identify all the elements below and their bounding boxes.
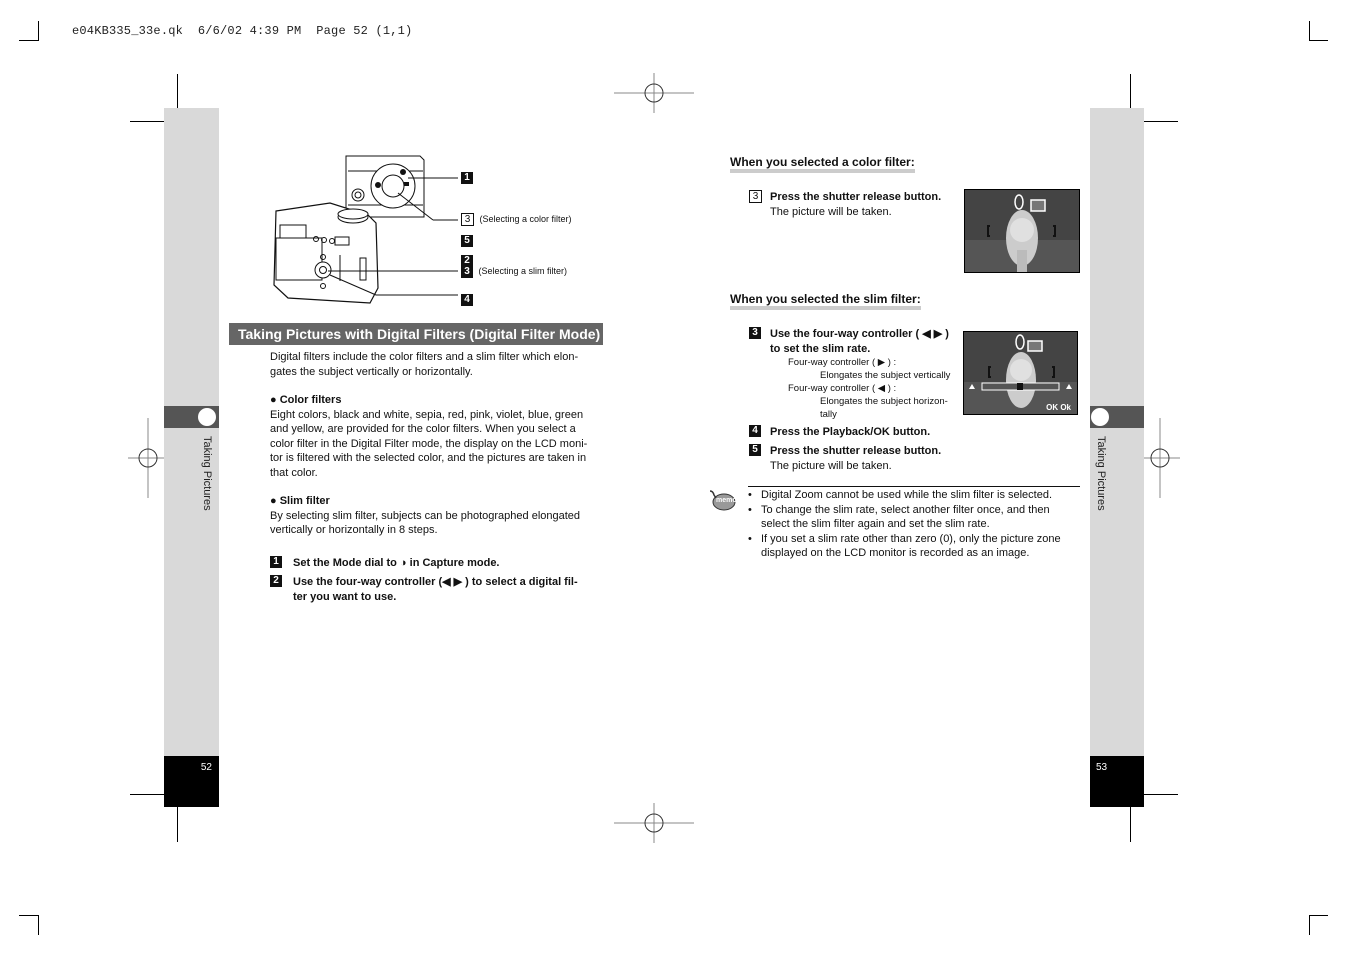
figure-callout-3-slim: 3 (Selecting a slim filter): [461, 266, 567, 278]
right-section-label: Taking Pictures: [1095, 436, 1107, 511]
left-side-strip: [164, 108, 219, 758]
slim-step-3: 3 Use the four-way controller ( ◀ ▶ ) to…: [749, 327, 964, 421]
right-page-number-box: 53: [1090, 756, 1144, 807]
right-tab-circle: [1090, 407, 1110, 427]
step-number-badge: 3: [749, 190, 762, 203]
color-filter-subheading: When you selected a color filter:: [730, 155, 915, 173]
step-2: 2 Use the four-way controller (◀ ▶ ) to …: [270, 575, 610, 604]
slim-filter-subheading: When you selected the slim filter:: [730, 292, 921, 310]
step-number-badge: 5: [749, 444, 761, 456]
memo-divider: [748, 486, 1080, 487]
figure-callout-4: 4: [461, 289, 473, 307]
slim-step-5: 5 Press the shutter release button. The …: [749, 444, 1049, 473]
lcd-ok-label: OK Ok: [1046, 403, 1071, 412]
camera-illustration: [273, 155, 458, 304]
registration-mark-top: [614, 73, 694, 113]
registration-mark-right: [1140, 418, 1180, 498]
section-heading: Taking Pictures with Digital Filters (Di…: [229, 323, 603, 345]
right-side-strip: [1090, 108, 1144, 758]
memo-icon: memo: [708, 489, 737, 511]
color-step-3: 3 Press the shutter release button. The …: [749, 190, 959, 219]
lcd-preview-color-filter: [964, 189, 1080, 273]
right-page-number: 53: [1096, 762, 1108, 773]
slim-step-4: 4 Press the Playback/OK button.: [749, 425, 1049, 440]
step-number-badge: 2: [270, 575, 282, 587]
left-section-label: Taking Pictures: [201, 436, 213, 511]
intro-paragraph: Digital filters include the color filter…: [270, 351, 579, 378]
registration-mark-bottom: [614, 803, 694, 843]
memo-item: If you set a slim rate other than zero (…: [748, 532, 1078, 561]
memo-list: Digital Zoom cannot be used while the sl…: [748, 488, 1078, 561]
figure-callout-3-color: 3 (Selecting a color filter): [461, 213, 572, 226]
step-number-badge: 3: [749, 327, 761, 339]
left-tab-circle: [197, 407, 217, 427]
memo-item: Digital Zoom cannot be used while the sl…: [748, 488, 1078, 503]
step-number-badge: 4: [749, 425, 761, 437]
left-page-number-box: 52: [164, 756, 219, 807]
lcd-preview-slim-filter: OK Ok: [963, 331, 1078, 415]
left-page-number: 52: [200, 762, 212, 773]
memo-item: To change the slim rate, select another …: [748, 503, 1078, 532]
slim-filter-title: ● Slim filter: [270, 495, 330, 507]
color-filters-section: ● Color filters Eight colors, black and …: [270, 393, 610, 480]
registration-mark-left: [128, 418, 168, 498]
figure-callout-5: 5: [461, 230, 473, 248]
step-1: 1 Set the Mode dial to ◑ in Capture mode…: [270, 556, 610, 571]
step-number-badge: 1: [270, 556, 282, 568]
figure-callout-1: 1: [461, 172, 473, 184]
slim-filter-section: ● Slim filter By selecting slim filter, …: [270, 494, 610, 538]
color-filters-title: ● Color filters: [270, 394, 342, 406]
file-slug-line: e04KB335_33e.qk 6/6/02 4:39 PM Page 52 (…: [72, 24, 413, 38]
